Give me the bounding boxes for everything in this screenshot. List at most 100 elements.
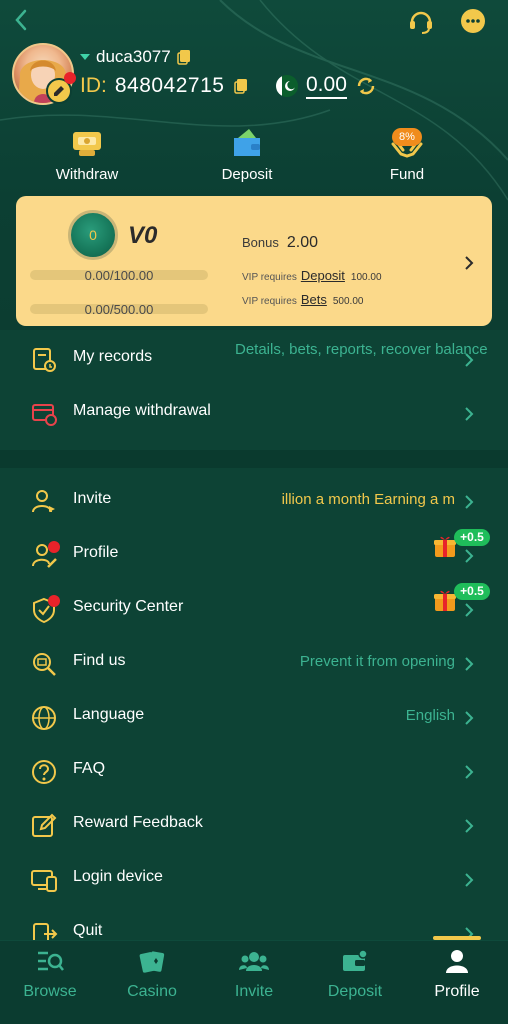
vip-medal-icon: 0 bbox=[68, 210, 118, 260]
vip-deposit-requirement: VIP requires Deposit 100.00 bbox=[242, 268, 382, 283]
balance-row: 0.00 bbox=[276, 72, 377, 100]
profile-user-icon bbox=[446, 950, 468, 973]
menu-label: Login device bbox=[73, 868, 163, 885]
reward-badge: +0.5 bbox=[454, 583, 490, 600]
globe-icon bbox=[32, 706, 56, 730]
nav-label: Deposit bbox=[327, 983, 383, 1000]
nav-invite[interactable]: Invite bbox=[204, 949, 304, 1019]
deposit-requirement-amount: 100.00 bbox=[350, 272, 382, 283]
pakistan-flag-icon bbox=[276, 75, 298, 97]
profile-screen: duca3077 ID: 848042715 0.00 Withdraw Dep… bbox=[0, 0, 508, 1024]
menu-item-login-device[interactable]: Login device bbox=[0, 853, 508, 907]
customer-service-icon[interactable] bbox=[406, 6, 436, 36]
question-icon bbox=[32, 760, 56, 784]
deposit-wallet-nav-icon bbox=[343, 949, 368, 971]
nav-label: Profile bbox=[434, 983, 480, 1000]
menu-value: Prevent it from opening bbox=[299, 653, 455, 670]
nav-label: Browse bbox=[23, 983, 77, 1000]
quick-actions: Withdraw Deposit Fund bbox=[0, 126, 508, 192]
user-id: 848042715 bbox=[114, 74, 225, 97]
menu-item-faq[interactable]: FAQ bbox=[0, 745, 508, 799]
chat-icon[interactable] bbox=[458, 6, 488, 36]
reward-badge: +0.5 bbox=[454, 529, 490, 546]
copy-id-icon[interactable] bbox=[234, 78, 248, 94]
menu-label: Security Center bbox=[73, 598, 184, 615]
requirement-label: VIP requires bbox=[242, 272, 297, 283]
username: duca3077 bbox=[96, 47, 171, 66]
casino-cards-icon bbox=[139, 951, 165, 973]
bonus-label: Bonus bbox=[242, 235, 279, 250]
menu-item-security-center[interactable]: Security Center +0.5 bbox=[0, 583, 508, 637]
requirement-label: VIP requires bbox=[242, 296, 297, 307]
bottom-navigation: Browse Casino Invite Deposit Profile bbox=[0, 940, 508, 1024]
copy-icon[interactable] bbox=[176, 49, 191, 65]
device-icon bbox=[31, 870, 57, 892]
vip-level: V0 bbox=[128, 222, 158, 249]
refresh-balance-icon[interactable] bbox=[355, 75, 377, 97]
deposit-link[interactable]: Deposit bbox=[301, 268, 345, 283]
chevron-right-icon bbox=[465, 657, 474, 671]
records-icon bbox=[33, 348, 56, 372]
menu-item-invite[interactable]: Invite illion a month Earning a m bbox=[0, 475, 508, 529]
menu-value: Details, bets, reports, recover balance bbox=[235, 341, 488, 358]
chevron-right-icon bbox=[465, 256, 474, 270]
menu-item-manage-withdrawal[interactable]: Manage withdrawal bbox=[0, 387, 508, 441]
nav-deposit[interactable]: Deposit bbox=[305, 949, 405, 1019]
menu-value: English bbox=[405, 707, 455, 724]
chevron-right-icon bbox=[465, 819, 474, 833]
deposit-button[interactable]: Deposit bbox=[192, 126, 302, 192]
menu-item-language[interactable]: Language English bbox=[0, 691, 508, 745]
menu-label: FAQ bbox=[73, 760, 106, 777]
invite-user-icon bbox=[32, 490, 55, 513]
menu-item-my-records[interactable]: My records Details, bets, reports, recov… bbox=[0, 333, 508, 387]
invite-group-icon bbox=[239, 952, 269, 971]
withdraw-icon bbox=[73, 132, 101, 156]
fund-percent-badge: 8% bbox=[392, 128, 422, 146]
vip-card[interactable]: 0 V0 0.00/100.00 0.00/500.00 Bonus 2.00 … bbox=[16, 196, 492, 326]
menu-label: Reward Feedback bbox=[73, 814, 203, 831]
bets-link[interactable]: Bets bbox=[301, 292, 327, 307]
notification-dot bbox=[48, 595, 60, 607]
menu-item-reward-feedback[interactable]: Reward Feedback bbox=[0, 799, 508, 853]
chevron-right-icon bbox=[465, 711, 474, 725]
chevron-right-icon bbox=[465, 603, 474, 617]
deposit-wallet-icon bbox=[234, 129, 260, 156]
vip-bets-requirement: VIP requires Bets 500.00 bbox=[242, 292, 363, 307]
menu-label: My records bbox=[73, 348, 153, 365]
deposit-label: Deposit bbox=[221, 166, 273, 183]
nav-label: Invite bbox=[234, 983, 274, 1000]
nav-label: Casino bbox=[127, 983, 177, 1000]
menu-label: Profile bbox=[73, 544, 119, 561]
chevron-right-icon bbox=[465, 765, 474, 779]
nav-browse[interactable]: Browse bbox=[0, 949, 100, 1019]
withdrawal-card-icon bbox=[32, 404, 57, 426]
user-id-row: ID: 848042715 bbox=[80, 72, 248, 100]
menu-item-find-us[interactable]: Find us Prevent it from opening bbox=[0, 637, 508, 691]
vip-medal-level: 0 bbox=[89, 227, 97, 243]
menu-item-profile[interactable]: Profile +0.5 bbox=[0, 529, 508, 583]
notification-dot bbox=[48, 541, 60, 553]
withdraw-label: Withdraw bbox=[55, 166, 119, 183]
feedback-edit-icon bbox=[32, 813, 57, 837]
username-row: duca3077 bbox=[80, 46, 191, 68]
deposit-progress-text: 0.00/100.00 bbox=[84, 268, 154, 283]
chevron-right-icon bbox=[465, 549, 474, 563]
chevron-right-icon bbox=[465, 495, 474, 509]
menu-label: Find us bbox=[73, 652, 126, 669]
nav-profile[interactable]: Profile bbox=[407, 949, 507, 1019]
menu-label: Quit bbox=[73, 922, 103, 939]
menu-label: Manage withdrawal bbox=[73, 402, 211, 419]
chevron-right-icon bbox=[465, 353, 474, 367]
fund-label: Fund bbox=[389, 166, 425, 183]
wallet-balance: 0.00 bbox=[306, 73, 347, 99]
bets-progress-text: 0.00/500.00 bbox=[84, 302, 154, 317]
nav-casino[interactable]: Casino bbox=[102, 949, 202, 1019]
bonus-value: 2.00 bbox=[286, 234, 319, 251]
bets-requirement-amount: 500.00 bbox=[332, 296, 364, 307]
withdraw-button[interactable]: Withdraw bbox=[32, 126, 142, 192]
section-divider bbox=[0, 450, 508, 468]
back-arrow-icon[interactable] bbox=[10, 6, 34, 34]
chevron-right-icon bbox=[465, 407, 474, 421]
chevron-right-icon bbox=[465, 873, 474, 887]
vip-bonus: Bonus 2.00 bbox=[242, 234, 318, 252]
